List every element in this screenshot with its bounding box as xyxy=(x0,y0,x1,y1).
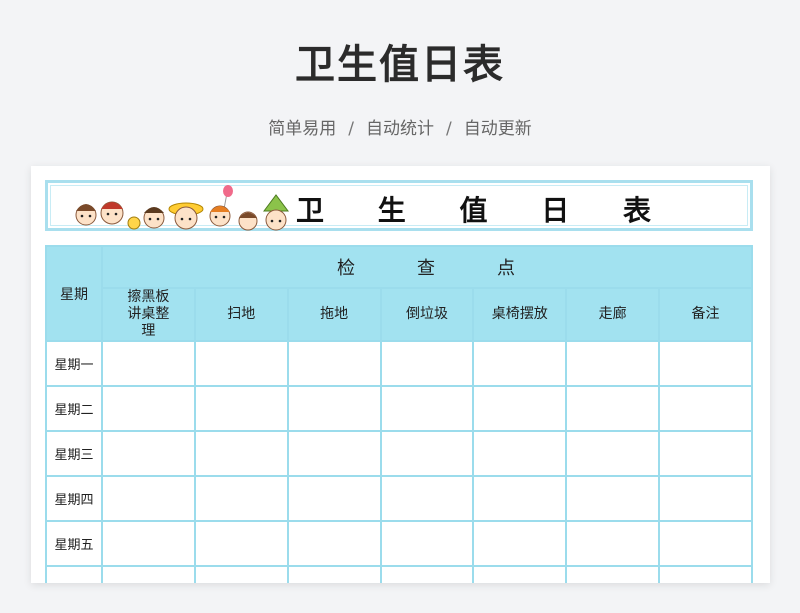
duty-table: 星期 检查点 擦黑板讲桌整理 扫地 拖地 倒垃圾 桌椅摆放 走廊 备注 星期一 … xyxy=(45,245,753,583)
table-cell[interactable] xyxy=(286,385,382,432)
subtitle-separator: / xyxy=(446,119,452,139)
header-column: 桌椅摆放 xyxy=(472,287,568,342)
table-cell[interactable] xyxy=(101,475,196,522)
table-cell[interactable] xyxy=(565,430,661,477)
table-cell[interactable] xyxy=(286,475,382,522)
day-cell: 星期一 xyxy=(45,340,103,387)
header-column: 走廊 xyxy=(565,287,661,342)
table-cell[interactable] xyxy=(286,340,382,387)
table-cell[interactable] xyxy=(472,340,568,387)
table-cell[interactable] xyxy=(658,475,753,522)
table-cell[interactable] xyxy=(565,340,661,387)
header-check-char: 点 xyxy=(497,258,517,279)
header-check-char: 检 xyxy=(337,258,357,279)
table-cell[interactable] xyxy=(193,385,289,432)
spreadsheet-preview: 卫 生 值 日 表 星期 检查点 擦黑板讲桌整理 扫地 拖地 倒垃圾 桌椅摆放 … xyxy=(31,166,770,583)
table-cell[interactable] xyxy=(379,340,475,387)
table-cell[interactable] xyxy=(193,340,289,387)
table-cell[interactable] xyxy=(379,565,475,583)
subtitle-separator: / xyxy=(348,119,354,139)
table-row: 星期四 xyxy=(45,475,753,522)
day-cell: 星期五 xyxy=(45,520,103,567)
header-day: 星期 xyxy=(45,245,103,342)
table-cell[interactable] xyxy=(286,430,382,477)
table-cell[interactable] xyxy=(379,520,475,567)
table-cell[interactable] xyxy=(658,340,753,387)
table-row xyxy=(45,565,753,583)
table-cell[interactable] xyxy=(472,520,568,567)
table-cell[interactable] xyxy=(658,565,753,583)
table-cell[interactable] xyxy=(565,565,661,583)
subtitle-item: 简单易用 xyxy=(268,119,337,139)
header-column: 备注 xyxy=(658,287,753,342)
table-row: 星期一 xyxy=(45,340,753,387)
table-cell[interactable] xyxy=(101,430,196,477)
table-cell[interactable] xyxy=(193,430,289,477)
banner: 卫 生 值 日 表 xyxy=(45,180,753,231)
table-cell[interactable] xyxy=(472,430,568,477)
table-cell[interactable] xyxy=(472,385,568,432)
table-cell[interactable] xyxy=(658,385,753,432)
table-cell[interactable] xyxy=(379,475,475,522)
banner-title: 卫 生 值 日 表 xyxy=(296,194,673,227)
table-cell[interactable] xyxy=(45,565,103,583)
day-cell: 星期二 xyxy=(45,385,103,432)
header-column: 倒垃圾 xyxy=(379,287,475,342)
table-cell[interactable] xyxy=(101,385,196,432)
table-cell[interactable] xyxy=(565,475,661,522)
cartoon-kids-illustration xyxy=(75,185,289,231)
table-cell[interactable] xyxy=(472,565,568,583)
header-column: 扫地 xyxy=(193,287,289,342)
subtitle-item: 自动统计 xyxy=(366,119,434,139)
table-row: 星期五 xyxy=(45,520,753,567)
table-cell[interactable] xyxy=(193,565,289,583)
table-cell[interactable] xyxy=(101,520,196,567)
subtitle-item: 自动更新 xyxy=(463,119,532,139)
table-cell[interactable] xyxy=(286,520,382,567)
day-cell: 星期三 xyxy=(45,430,103,477)
page-title: 卫生值日表 xyxy=(295,42,505,88)
table-cell[interactable] xyxy=(101,565,196,583)
table-cell[interactable] xyxy=(379,385,475,432)
table-row: 星期二 xyxy=(45,385,753,432)
table-cell[interactable] xyxy=(193,475,289,522)
page-subtitle: 简单易用 / 自动统计 / 自动更新 xyxy=(0,114,800,139)
table-cell[interactable] xyxy=(101,340,196,387)
table-cell[interactable] xyxy=(658,520,753,567)
header-column: 拖地 xyxy=(286,287,382,342)
table-cell[interactable] xyxy=(565,385,661,432)
header-column: 擦黑板讲桌整理 xyxy=(101,287,196,342)
table-cell[interactable] xyxy=(658,430,753,477)
header-check-char: 查 xyxy=(417,258,437,279)
day-cell: 星期四 xyxy=(45,475,103,522)
header-check-points: 检查点 xyxy=(101,245,753,289)
table-cell[interactable] xyxy=(472,475,568,522)
table-cell[interactable] xyxy=(193,520,289,567)
table-cell[interactable] xyxy=(286,565,382,583)
table-row: 星期三 xyxy=(45,430,753,477)
table-cell[interactable] xyxy=(565,520,661,567)
table-cell[interactable] xyxy=(379,430,475,477)
